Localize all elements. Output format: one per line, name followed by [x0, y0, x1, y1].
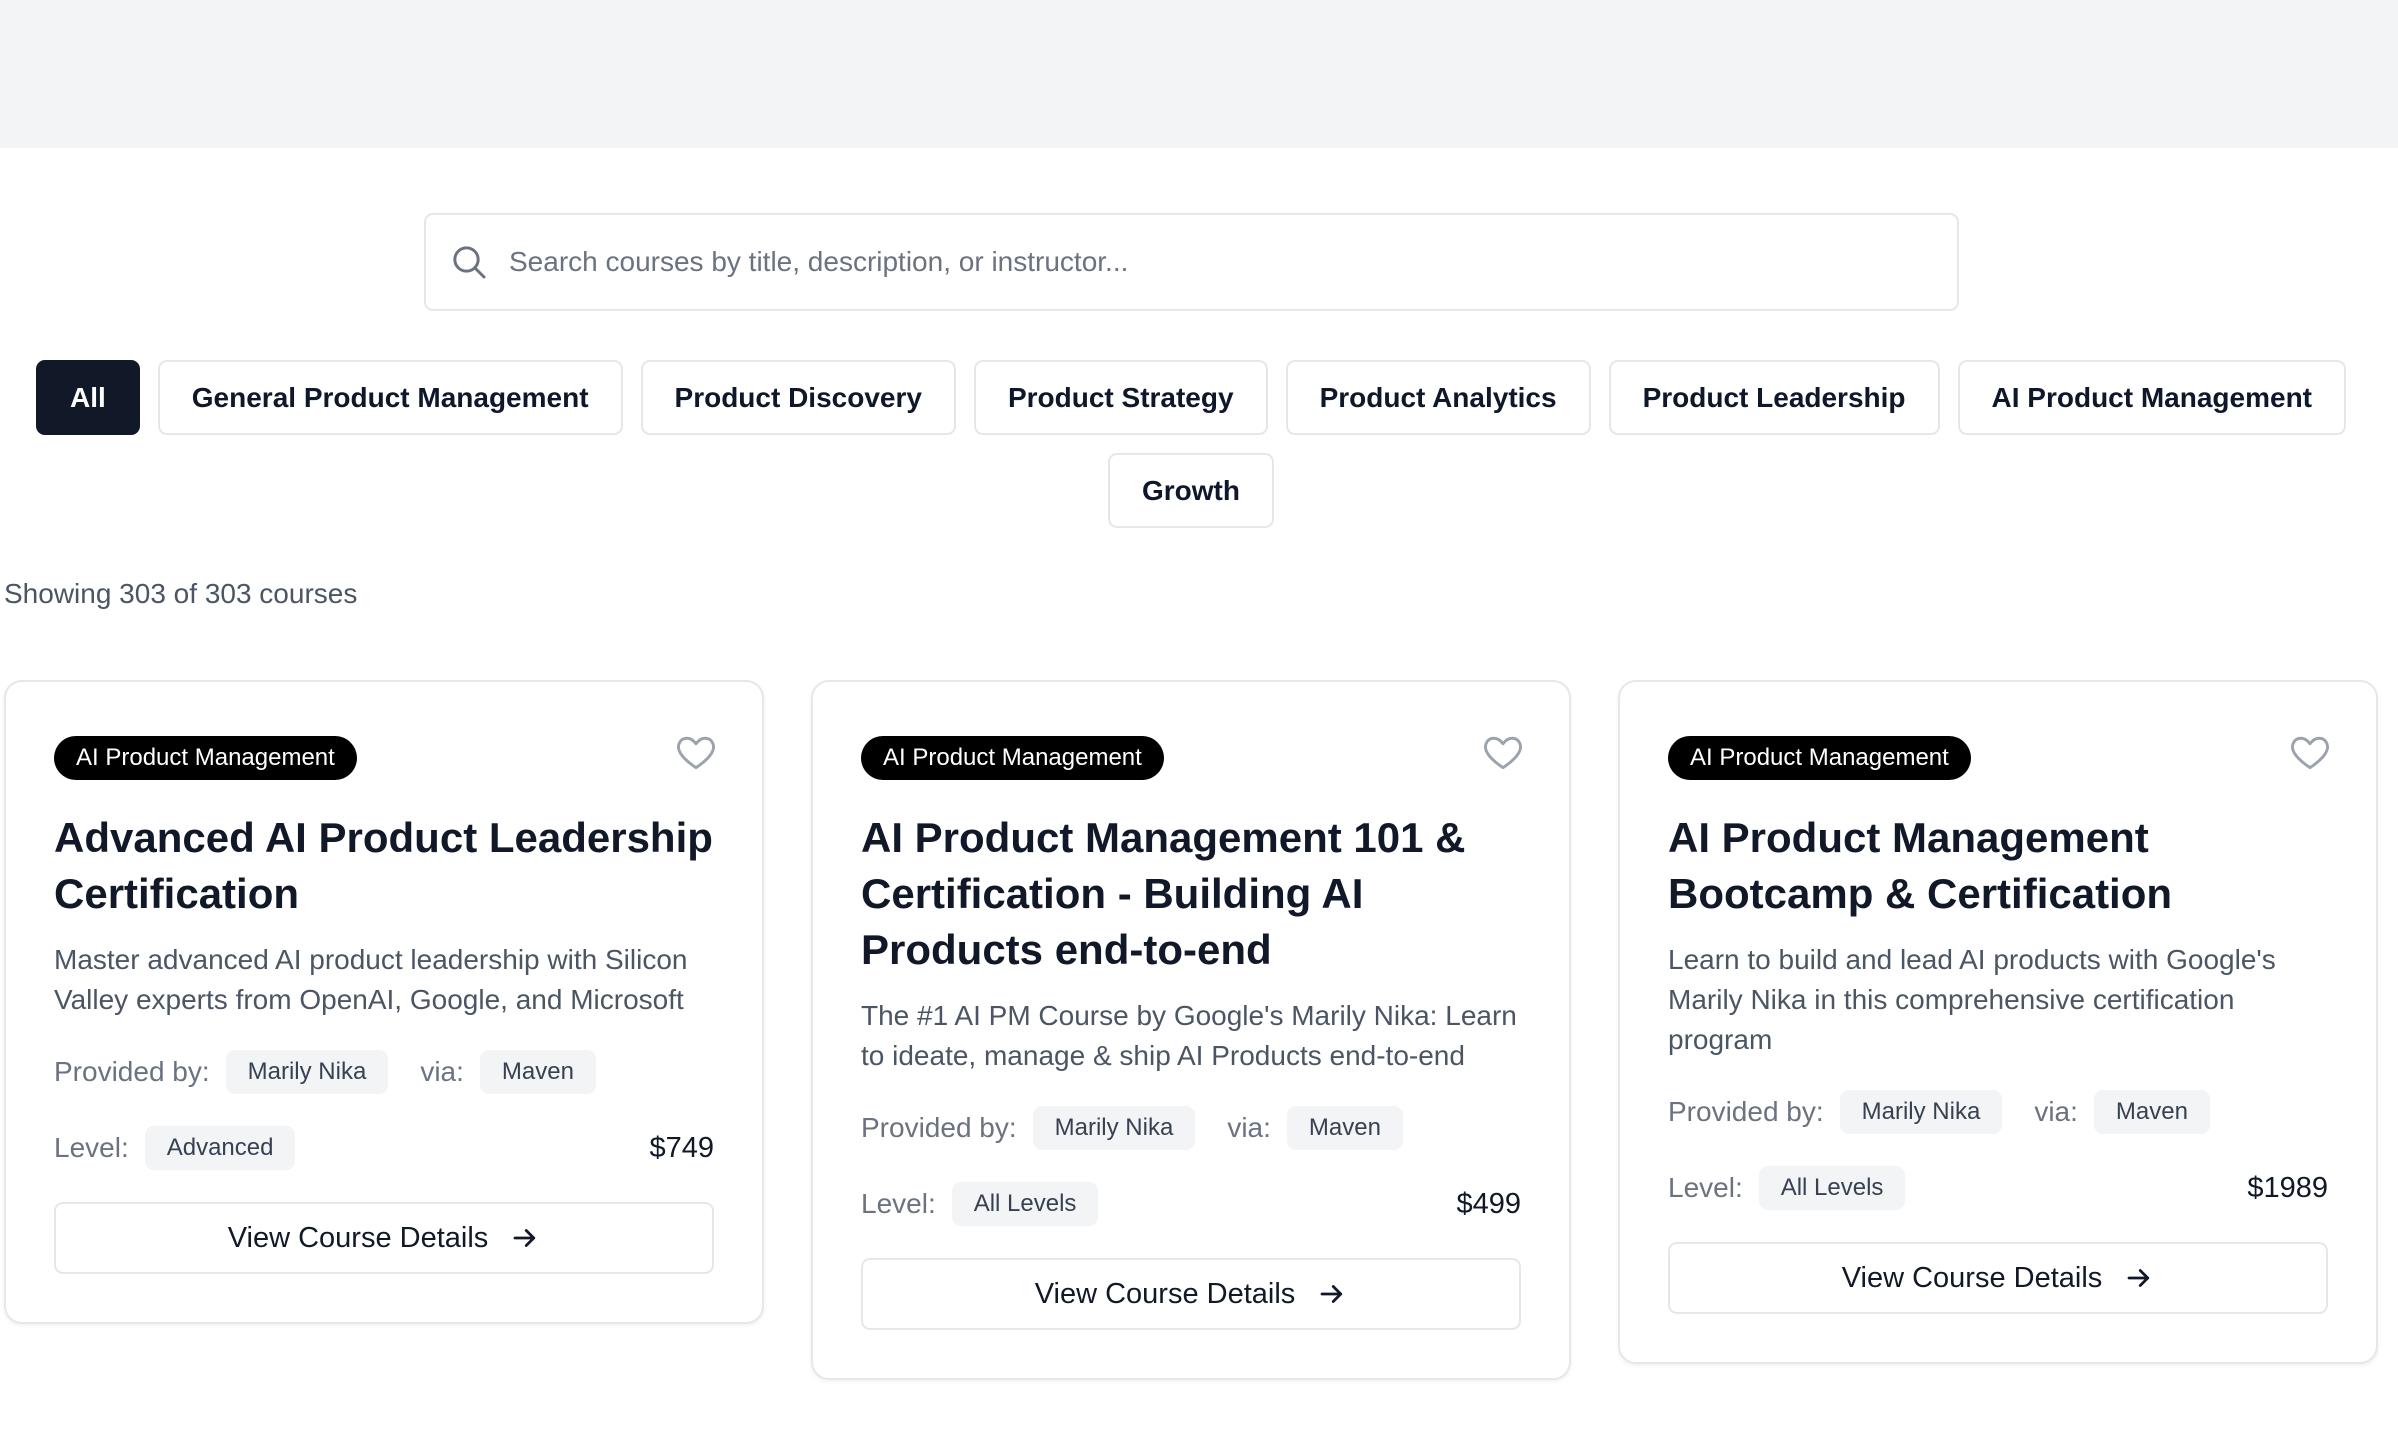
level-label: Level: [54, 1132, 129, 1163]
filter-product-strategy[interactable]: Product Strategy [973, 360, 1268, 435]
provider-row: Provided by: Marily Nika via: Maven [861, 1106, 1521, 1150]
filter-all[interactable]: All [35, 360, 140, 435]
course-card: AI Product Management AI Product Managem… [1618, 680, 2378, 1364]
filter-growth[interactable]: Growth [1108, 453, 1274, 528]
course-price: $1989 [2247, 1171, 2328, 1204]
arrow-right-icon [510, 1223, 540, 1253]
filter-general-product-management[interactable]: General Product Management [157, 360, 623, 435]
filter-ai-product-management[interactable]: AI Product Management [1957, 360, 2346, 435]
via-label: via: [1227, 1112, 1271, 1143]
category-badge: AI Product Management [1668, 736, 1971, 780]
course-description: Learn to build and lead AI products with… [1668, 944, 2276, 1055]
arrow-right-icon [2124, 1263, 2154, 1293]
level-row: Level: All Levels $499 [861, 1182, 1521, 1226]
provided-by-label: Provided by: [1668, 1096, 1824, 1127]
search-input[interactable] [509, 232, 1957, 292]
search-bar[interactable] [424, 213, 1959, 311]
course-title: Advanced AI Product Leadership Certifica… [54, 814, 713, 917]
course-title: AI Product Management 101 & Certificatio… [861, 814, 1466, 973]
course-price: $499 [1456, 1187, 1521, 1220]
course-title: AI Product Management Bootcamp & Certifi… [1668, 814, 2173, 917]
filter-product-analytics[interactable]: Product Analytics [1285, 360, 1591, 435]
level-row: Level: Advanced $749 [54, 1126, 714, 1170]
filter-product-discovery[interactable]: Product Discovery [640, 360, 956, 435]
heart-icon[interactable] [674, 730, 718, 774]
via-label: via: [420, 1056, 464, 1087]
course-card: AI Product Management AI Product Managem… [811, 680, 1571, 1380]
provider-row: Provided by: Marily Nika via: Maven [54, 1050, 714, 1094]
heart-icon[interactable] [1481, 730, 1525, 774]
course-price: $749 [649, 1131, 714, 1164]
course-card: AI Product Management Advanced AI Produc… [4, 680, 764, 1324]
button-label: View Course Details [1034, 1277, 1296, 1310]
view-course-details-button[interactable]: View Course Details [54, 1202, 714, 1274]
level-label: Level: [1668, 1172, 1743, 1203]
provider-row: Provided by: Marily Nika via: Maven [1668, 1090, 2328, 1134]
category-filters: All General Product Management Product D… [30, 360, 2352, 528]
results-count: Showing 303 of 303 courses [4, 578, 358, 609]
filter-product-leadership[interactable]: Product Leadership [1608, 360, 1940, 435]
instructor-tag: Marily Nika [1032, 1106, 1196, 1150]
category-badge: AI Product Management [54, 736, 357, 780]
view-course-details-button[interactable]: View Course Details [1668, 1242, 2328, 1314]
search-icon [449, 242, 489, 282]
course-description: The #1 AI PM Course by Google's Marily N… [861, 1000, 1517, 1071]
level-row: Level: All Levels $1989 [1668, 1166, 2328, 1210]
arrow-right-icon [1317, 1279, 1347, 1309]
level-tag: All Levels [1758, 1166, 1906, 1210]
platform-tag: Maven [1286, 1106, 1403, 1150]
via-label: via: [2034, 1096, 2078, 1127]
course-description: Master advanced AI product leadership wi… [54, 944, 688, 1015]
platform-tag: Maven [2093, 1090, 2210, 1134]
provided-by-label: Provided by: [54, 1056, 210, 1087]
level-tag: Advanced [144, 1126, 296, 1170]
instructor-tag: Marily Nika [225, 1050, 389, 1094]
platform-tag: Maven [479, 1050, 596, 1094]
level-tag: All Levels [951, 1182, 1099, 1226]
header-band [0, 0, 2398, 148]
instructor-tag: Marily Nika [1839, 1090, 2003, 1134]
heart-icon[interactable] [2288, 730, 2332, 774]
button-label: View Course Details [1841, 1261, 2103, 1294]
category-badge: AI Product Management [861, 736, 1164, 780]
view-course-details-button[interactable]: View Course Details [861, 1258, 1521, 1330]
button-label: View Course Details [227, 1221, 489, 1254]
provided-by-label: Provided by: [861, 1112, 1017, 1143]
level-label: Level: [861, 1188, 936, 1219]
